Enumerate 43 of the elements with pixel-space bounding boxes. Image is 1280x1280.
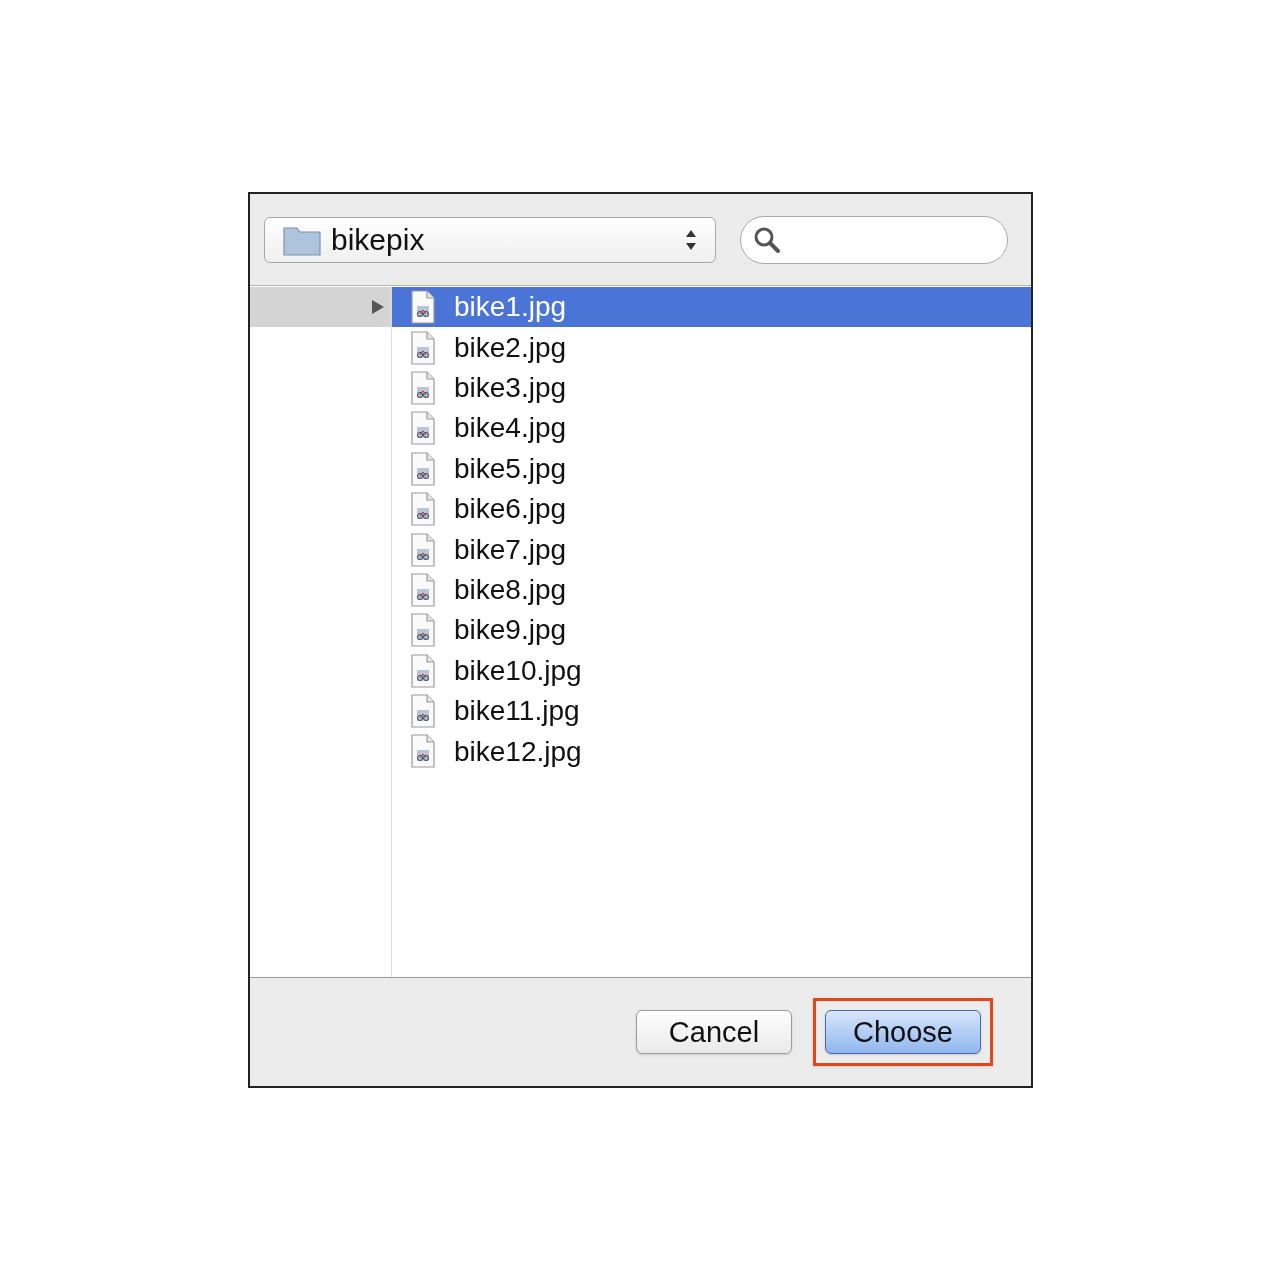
image-file-icon xyxy=(410,572,436,607)
file-row[interactable]: bike5.jpg xyxy=(392,448,1031,489)
image-file-icon xyxy=(410,734,436,769)
file-name: bike9.jpg xyxy=(454,613,567,648)
cancel-button[interactable]: Cancel xyxy=(636,1010,792,1054)
file-name: bike7.jpg xyxy=(454,532,567,567)
file-row[interactable]: bike1.jpg xyxy=(392,287,1031,328)
file-name: bike12.jpg xyxy=(454,734,582,769)
file-name: bike5.jpg xyxy=(454,451,567,486)
disclosure-arrow-icon xyxy=(371,299,385,315)
search-field[interactable] xyxy=(740,215,1008,264)
file-name: bike10.jpg xyxy=(454,653,582,688)
image-file-icon xyxy=(410,532,436,567)
image-file-icon xyxy=(410,411,436,446)
file-name: bike1.jpg xyxy=(454,290,567,325)
file-row[interactable]: bike2.jpg xyxy=(392,327,1031,368)
image-file-icon xyxy=(410,694,436,729)
folder-popup[interactable]: bikepix xyxy=(264,216,716,263)
file-name: bike3.jpg xyxy=(454,371,567,405)
file-name: bike4.jpg xyxy=(454,411,567,446)
file-row[interactable]: bike6.jpg xyxy=(392,488,1031,530)
file-row[interactable]: bike11.jpg xyxy=(392,690,1031,732)
file-row[interactable]: bike7.jpg xyxy=(392,529,1031,570)
image-file-icon xyxy=(410,370,436,405)
image-file-icon xyxy=(410,330,436,365)
folder-name: bikepix xyxy=(331,222,425,258)
file-name: bike11.jpg xyxy=(454,694,580,729)
file-name: bike8.jpg xyxy=(454,572,567,607)
image-file-icon xyxy=(410,613,436,648)
file-name: bike6.jpg xyxy=(454,492,567,527)
file-row[interactable]: bike3.jpg xyxy=(392,367,1031,409)
image-file-icon xyxy=(410,290,436,325)
file-row[interactable]: bike10.jpg xyxy=(392,650,1031,691)
image-file-icon xyxy=(410,451,436,486)
image-file-icon xyxy=(410,653,436,688)
search-icon xyxy=(753,225,781,254)
file-row[interactable]: bike9.jpg xyxy=(392,610,1031,651)
file-row[interactable]: bike12.jpg xyxy=(392,731,1031,772)
choose-button[interactable]: Choose xyxy=(825,1010,981,1054)
image-file-icon xyxy=(410,492,436,527)
file-name: bike2.jpg xyxy=(454,330,567,365)
file-row[interactable]: bike4.jpg xyxy=(392,408,1031,449)
file-row[interactable]: bike8.jpg xyxy=(392,569,1031,611)
